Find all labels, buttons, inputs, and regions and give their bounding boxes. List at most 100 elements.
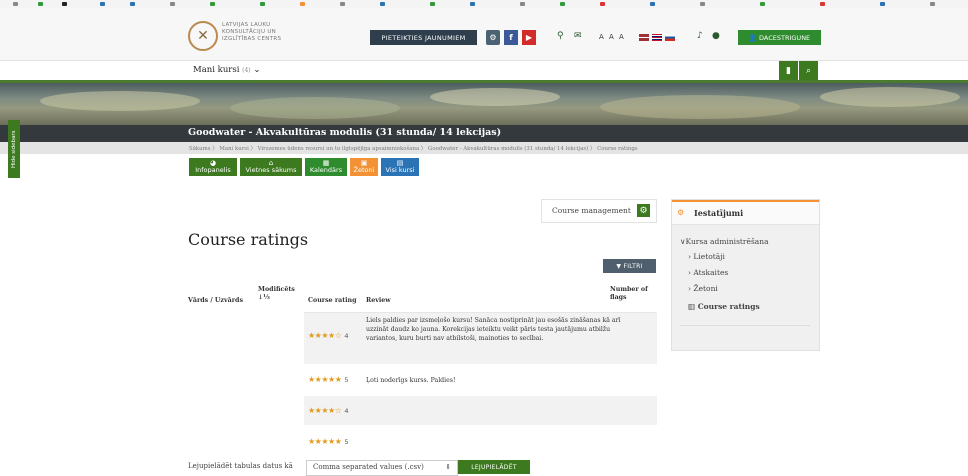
course-admin-label: Kursa administrēšana: [685, 237, 769, 246]
logo-line: KONSULTĀCIJU UN: [222, 29, 277, 35]
star-icons: ★★★★☆: [308, 406, 342, 415]
review-text: Ļoti noderīgs kurss. Paldies!: [366, 377, 456, 384]
latvia-flag-icon[interactable]: [639, 34, 649, 41]
select-arrows-icon: ⇕: [445, 463, 451, 471]
column-header-modified[interactable]: Modificēts ↓⅓: [258, 286, 295, 302]
bell-icon[interactable]: ♪: [697, 31, 703, 41]
quick-link-label: Infopanelis: [195, 166, 231, 174]
font-size-control[interactable]: A A A: [599, 33, 625, 41]
table-row: ★★★★★ 5 Ļoti noderīgs kurss. Paldies!: [304, 365, 657, 394]
column-header-name[interactable]: Vārds / Uzvārds: [188, 297, 243, 305]
bookmark-icon[interactable]: [100, 2, 105, 6]
settings-item-label: Course ratings: [697, 302, 760, 311]
rating-value: 4: [344, 332, 349, 340]
column-header-flags[interactable]: Number of flags: [610, 286, 658, 302]
my-courses-menu[interactable]: Mani kursi (4) ⌄: [193, 65, 260, 75]
bookmark-icon[interactable]: [13, 2, 18, 6]
column-header-course-rating[interactable]: Course rating: [308, 297, 357, 305]
rating-value: 5: [344, 376, 349, 384]
course-admin-toggle[interactable]: ∨Kursa administrēšana: [680, 237, 769, 246]
bookmark-icon[interactable]: [38, 2, 43, 6]
settings-block-title: Iestatījumi: [694, 208, 744, 218]
user-name: DACESTRIGUNE: [759, 33, 811, 42]
gears-icon: ⚙: [677, 208, 685, 217]
bookmark-icon[interactable]: [880, 2, 885, 6]
settings-item-reports[interactable]: › Atskaites: [688, 268, 728, 277]
filter-button[interactable]: ▼ FILTRI: [603, 259, 656, 273]
bookmark-icon[interactable]: [170, 2, 175, 6]
bookmark-icon[interactable]: [470, 2, 475, 6]
bookmark-icon[interactable]: [520, 2, 525, 6]
bookmark-icon[interactable]: [430, 2, 435, 6]
bookmark-icon[interactable]: [380, 2, 385, 6]
download-label: Lejupielādēt tabulas datus kā: [188, 462, 293, 470]
chevron-down-icon: ⌄: [253, 65, 261, 75]
bookmarks-bar: [0, 0, 968, 8]
search-icon[interactable]: ⌕: [799, 61, 818, 80]
chat-icon[interactable]: ●: [712, 31, 720, 41]
bookmark-icon[interactable]: [210, 2, 215, 6]
logo-text[interactable]: LATVIJAS LAUKU KONSULTĀCIJU UN IZGLĪTĪBA…: [222, 22, 281, 43]
uk-flag-icon[interactable]: [652, 34, 662, 41]
bookmark-icon[interactable]: [700, 2, 705, 6]
hide-sidebars-toggle[interactable]: Hide sidebars: [8, 120, 20, 178]
bookmark-icon[interactable]: [260, 2, 265, 6]
download-button[interactable]: LEJUPIELĀDĒT: [458, 460, 530, 474]
bookmark-icon[interactable]: ▮: [779, 61, 798, 80]
bookmark-icon[interactable]: [560, 2, 565, 6]
bar-chart-icon: ▥: [688, 302, 698, 311]
russia-flag-icon[interactable]: [665, 34, 675, 41]
bookmark-icon[interactable]: [930, 2, 935, 6]
course-banner-image: [0, 83, 968, 125]
bookmark-icon[interactable]: [760, 2, 765, 6]
quick-link-badges[interactable]: ▣ Žetoni: [350, 158, 378, 176]
quick-link-calendar[interactable]: ▦ Kalendārs: [305, 158, 347, 176]
bookmark-icon[interactable]: [340, 2, 345, 6]
bookmark-icon[interactable]: [820, 2, 825, 6]
my-courses-count: (4): [242, 67, 251, 74]
table-row: ★★★★☆ 4: [304, 396, 657, 425]
settings-item-users[interactable]: › Lietotāji: [688, 252, 725, 261]
quick-link-label: Visi kursi: [385, 166, 415, 174]
rating-stars: ★★★★☆ 4: [308, 331, 349, 340]
course-management-label: Course management: [552, 206, 631, 215]
settings-item-course-ratings[interactable]: ▥ Course ratings: [688, 302, 760, 311]
quick-link-infopanelis[interactable]: ◕ Infopanelis: [189, 158, 237, 176]
course-management-box[interactable]: Course management ⚙: [541, 199, 657, 223]
gear-icon[interactable]: ⚙: [637, 204, 650, 217]
star-icons: ★★★★☆: [308, 331, 342, 340]
my-courses-label: Mani kursi: [193, 65, 240, 75]
subscribe-news-button[interactable]: PIETEIKTIES JAUNUMIEM: [370, 30, 477, 45]
table-row: ★★★★★ 5: [304, 427, 657, 456]
logo-line: IZGLĪTĪBAS CENTRS: [222, 36, 282, 42]
quick-link-all-courses[interactable]: ▤ Visi kursi: [381, 158, 419, 176]
settings-item-badges[interactable]: › Žetoni: [688, 284, 718, 293]
settings-block: ⚙ Iestatījumi ∨Kursa administrēšana › Li…: [671, 199, 820, 351]
user-menu-button[interactable]: 👤 DACESTRIGUNE: [738, 30, 821, 45]
settings-circle-icon[interactable]: ⚙: [486, 30, 500, 45]
column-header-review[interactable]: Review: [366, 297, 391, 305]
bookmark-icon[interactable]: [62, 2, 67, 6]
bookmark-icon[interactable]: [650, 2, 655, 6]
facebook-icon[interactable]: f: [504, 30, 518, 45]
settings-item-label: Lietotāji: [693, 252, 725, 261]
mail-icon[interactable]: ✉: [574, 31, 582, 41]
breadcrumb-text[interactable]: Sākums 〉 Mani kursi 〉 Virszemes ūdens re…: [189, 144, 638, 152]
location-pin-icon[interactable]: ⚲: [557, 31, 564, 41]
logo-emblem-icon[interactable]: ✕: [188, 21, 218, 51]
table-row: ★★★★☆ 4 Liels paldies par izsmeļošo kursu…: [304, 312, 657, 364]
rating-value: 4: [344, 407, 349, 415]
youtube-icon[interactable]: ▶: [522, 30, 536, 45]
settings-block-header: ⚙ Iestatījumi: [672, 200, 819, 225]
rating-value: 5: [344, 438, 349, 446]
bookmark-icon[interactable]: [130, 2, 135, 6]
bookmark-icon[interactable]: [600, 2, 605, 6]
bookmark-icon[interactable]: [300, 2, 305, 6]
rating-stars: ★★★★☆ 4: [308, 406, 349, 415]
course-header: Goodwater - Akvakultūras modulis (31 stu…: [0, 125, 968, 142]
page-title: Course ratings: [188, 230, 309, 249]
rating-stars: ★★★★★ 5: [308, 437, 349, 446]
quick-link-site-home[interactable]: ⌂ Vietnes sākums: [240, 158, 302, 176]
download-format-select[interactable]: Comma separated values (.csv) ⇕: [306, 460, 458, 476]
site-header: ✕ LATVIJAS LAUKU KONSULTĀCIJU UN IZGLĪTĪ…: [0, 8, 968, 61]
